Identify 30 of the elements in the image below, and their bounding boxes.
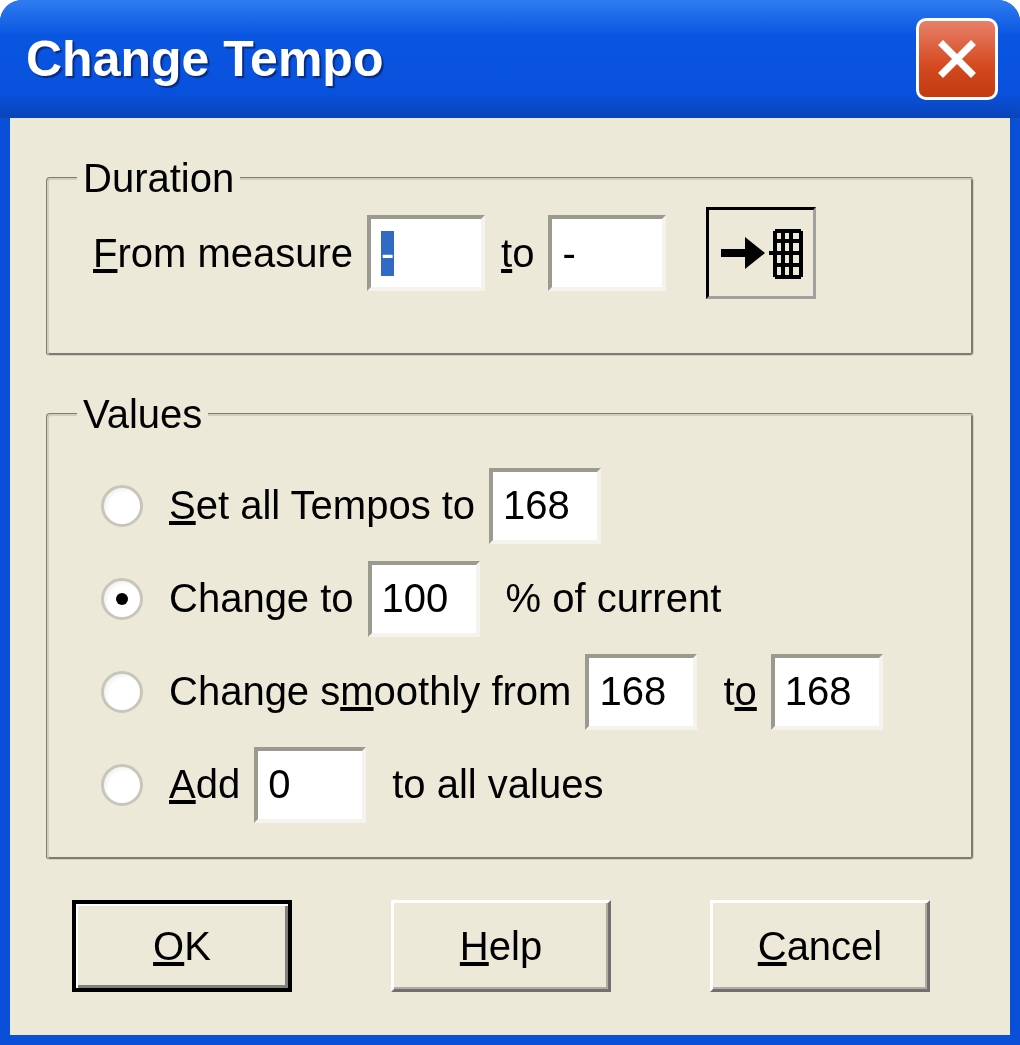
arrow-into-grid-icon [719,227,804,279]
option-label: % of current [505,576,722,621]
option-label: Change to [169,576,354,621]
group-label: Values [82,392,204,437]
radio-button[interactable] [101,484,143,527]
option-label: Set all Tempos to [169,483,476,528]
dialog-button[interactable]: OK [72,900,292,992]
input-field[interactable]: 100 [367,560,480,637]
option-label: to [723,669,757,714]
radio-button[interactable] [101,670,143,713]
dialog-button[interactable]: Cancel [710,900,930,992]
option-label: to all values [392,762,604,807]
close-button[interactable] [916,18,998,100]
input-field[interactable]: 168 [489,467,602,544]
field-label: to [501,230,535,276]
input-field[interactable]: 0 [254,746,367,823]
dialog-button[interactable]: Help [391,900,611,992]
option-label: Change smoothly from [169,669,572,714]
group-label: Duration [82,156,236,201]
field-label: From measure [93,230,354,276]
radio-button[interactable] [101,577,143,620]
input-field[interactable]: - [367,215,486,291]
option-label: Add [169,762,241,807]
select-range-button[interactable] [706,207,817,299]
close-icon [937,39,977,79]
radio-button[interactable] [101,763,143,806]
window-title: Change Tempo [26,30,384,88]
input-field[interactable]: 168 [585,653,698,730]
input-field[interactable]: 168 [770,653,883,730]
input-field[interactable]: - [548,215,667,291]
